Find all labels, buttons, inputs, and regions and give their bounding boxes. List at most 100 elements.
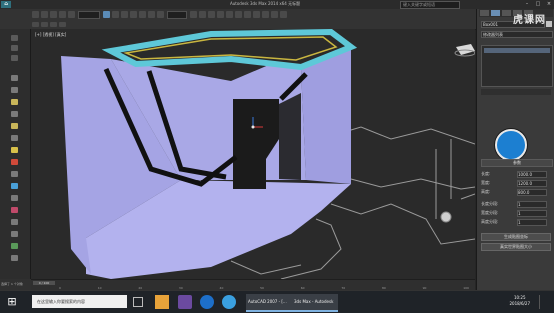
undo-icon[interactable] (32, 11, 39, 18)
tool-icon-13[interactable] (11, 183, 18, 189)
param-label-length: 长度: (481, 171, 491, 176)
modifier-stack[interactable] (481, 45, 553, 87)
modifier-stack-item[interactable] (484, 48, 550, 53)
angle-snap-icon[interactable] (208, 11, 215, 18)
status-text: 选择了 1 个对象 (1, 282, 23, 286)
app-logo-icon[interactable]: ⌂ (1, 1, 11, 8)
layer-manager-icon[interactable] (244, 11, 251, 18)
param-label-width: 宽度: (481, 180, 491, 185)
render-icon[interactable] (280, 11, 287, 18)
tool-icon-17[interactable] (11, 231, 18, 237)
rect-selection-icon[interactable] (121, 11, 128, 18)
app-icon-blue[interactable] (222, 295, 236, 309)
bind-space-warp-icon[interactable] (68, 11, 75, 18)
param-width-input[interactable]: 1200.0 (517, 180, 547, 187)
time-slider[interactable]: 0 / 100 (33, 281, 55, 285)
real-world-map-checkbox[interactable]: 真实世界贴图大小 (481, 243, 551, 251)
left-tool-strip (0, 29, 31, 290)
close-icon[interactable]: × (544, 1, 554, 7)
object-color-swatch[interactable] (546, 21, 552, 27)
tool-icon-5[interactable] (11, 87, 18, 93)
tool-icon-6[interactable] (11, 99, 18, 105)
pivot-icon[interactable] (190, 11, 197, 18)
maximize-icon[interactable]: □ (533, 1, 543, 7)
viewport-label[interactable]: [+] [透视] [真实] (35, 32, 66, 38)
minimize-icon[interactable]: – (522, 1, 532, 7)
param-length-input[interactable]: 1000.0 (517, 171, 547, 178)
tool-icon-12[interactable] (11, 171, 18, 177)
unlink-icon[interactable] (59, 11, 66, 18)
taskbar-search-input[interactable]: 在这里输入你要搜索的内容 (32, 295, 127, 308)
edge-browser-icon[interactable] (200, 295, 214, 309)
sphere-object (440, 211, 452, 223)
tool-icon-19[interactable] (11, 255, 18, 261)
rotate-icon[interactable] (148, 11, 155, 18)
param-height-segs-input[interactable]: 1 (517, 219, 547, 226)
taskbar-clock[interactable]: 10:25 2018/6/27 (509, 295, 530, 307)
tool-icon-1[interactable] (11, 35, 18, 41)
params-rollout-header[interactable]: 参数 (481, 159, 553, 167)
ribbon-tab-4[interactable] (59, 22, 66, 27)
tool-icon-11[interactable] (11, 159, 18, 165)
tool-icon-8[interactable] (11, 123, 18, 129)
tool-icon-4[interactable] (11, 75, 18, 81)
tool-icon-10[interactable] (11, 147, 18, 153)
clock-date: 2018/6/27 (509, 301, 530, 306)
move-icon[interactable] (139, 11, 146, 18)
tool-icon-9[interactable] (11, 135, 18, 141)
file-explorer-icon[interactable] (155, 295, 169, 309)
reference-coord-dropdown[interactable] (167, 11, 187, 19)
windows-start-icon[interactable]: ⊞ (6, 296, 18, 308)
app-icon-purple[interactable] (178, 295, 192, 309)
link-icon[interactable] (50, 11, 57, 18)
param-height-input[interactable]: 800.0 (517, 189, 547, 196)
tool-icon-15[interactable] (11, 207, 18, 213)
param-length-segs-input[interactable]: 1 (517, 201, 547, 208)
window-title: Autodesk 3ds Max 2014 x64 无标题 (230, 1, 301, 6)
param-label-height-segs: 高度分段: (481, 219, 499, 224)
stack-tools (481, 89, 551, 95)
tool-icon-18[interactable] (11, 243, 18, 249)
param-label-height: 高度: (481, 189, 491, 194)
viewcube-icon (454, 44, 475, 57)
ribbon-tab-3[interactable] (50, 22, 57, 27)
selection-filter-dropdown[interactable] (78, 11, 100, 19)
taskbar-app-autocad[interactable]: AutoCAD 2007 - [... (246, 294, 292, 312)
material-editor-icon[interactable] (262, 11, 269, 18)
show-desktop-button[interactable] (539, 295, 550, 309)
perspective-viewport[interactable]: [+] [透视] [真实] (31, 29, 475, 279)
ribbon-tab-2[interactable] (41, 22, 48, 27)
snap-toggle-icon[interactable] (199, 11, 206, 18)
select-object-icon[interactable] (103, 11, 110, 18)
param-width-segs-input[interactable]: 1 (517, 210, 547, 217)
tool-icon-2[interactable] (11, 45, 18, 51)
task-view-icon[interactable] (133, 297, 143, 307)
window-crossing-icon[interactable] (130, 11, 137, 18)
command-panel: Box001 修改器列表 参数 长度: 1000.0 宽度: 1200.0 高度… (476, 9, 554, 290)
tool-icon-3[interactable] (11, 55, 18, 61)
percent-snap-icon[interactable] (217, 11, 224, 18)
mirror-icon[interactable] (226, 11, 233, 18)
door-side (279, 93, 301, 180)
modifier-list-dropdown[interactable]: 修改器列表 (481, 31, 553, 38)
ribbon-tab-1[interactable] (32, 22, 39, 27)
cursor-highlight-circle (495, 129, 527, 161)
scale-icon[interactable] (157, 11, 164, 18)
taskbar-app-3dsmax[interactable]: 3ds Max - Autodesk (292, 294, 338, 312)
redo-icon[interactable] (41, 11, 48, 18)
render-setup-icon[interactable] (271, 11, 278, 18)
help-search-input[interactable]: 键入关键字或短语 (400, 1, 460, 9)
cyan-ceiling-frame (101, 29, 358, 71)
tool-icon-7[interactable] (11, 111, 18, 117)
watermark-logo: 虎课网 (513, 15, 546, 26)
windows-taskbar: ⊞ 在这里输入你要搜索的内容 AutoCAD 2007 - [... 3ds M… (0, 290, 554, 313)
gen-mapping-checkbox[interactable]: 生成贴图坐标 (481, 233, 551, 241)
tool-icon-16[interactable] (11, 219, 18, 225)
status-bar: 选择了 1 个对象 (0, 279, 31, 290)
align-icon[interactable] (235, 11, 242, 18)
tool-icon-14[interactable] (11, 195, 18, 201)
viewport-scene (61, 29, 475, 279)
select-by-name-icon[interactable] (112, 11, 119, 18)
curve-editor-icon[interactable] (253, 11, 260, 18)
param-label-length-segs: 长度分段: (481, 201, 499, 206)
